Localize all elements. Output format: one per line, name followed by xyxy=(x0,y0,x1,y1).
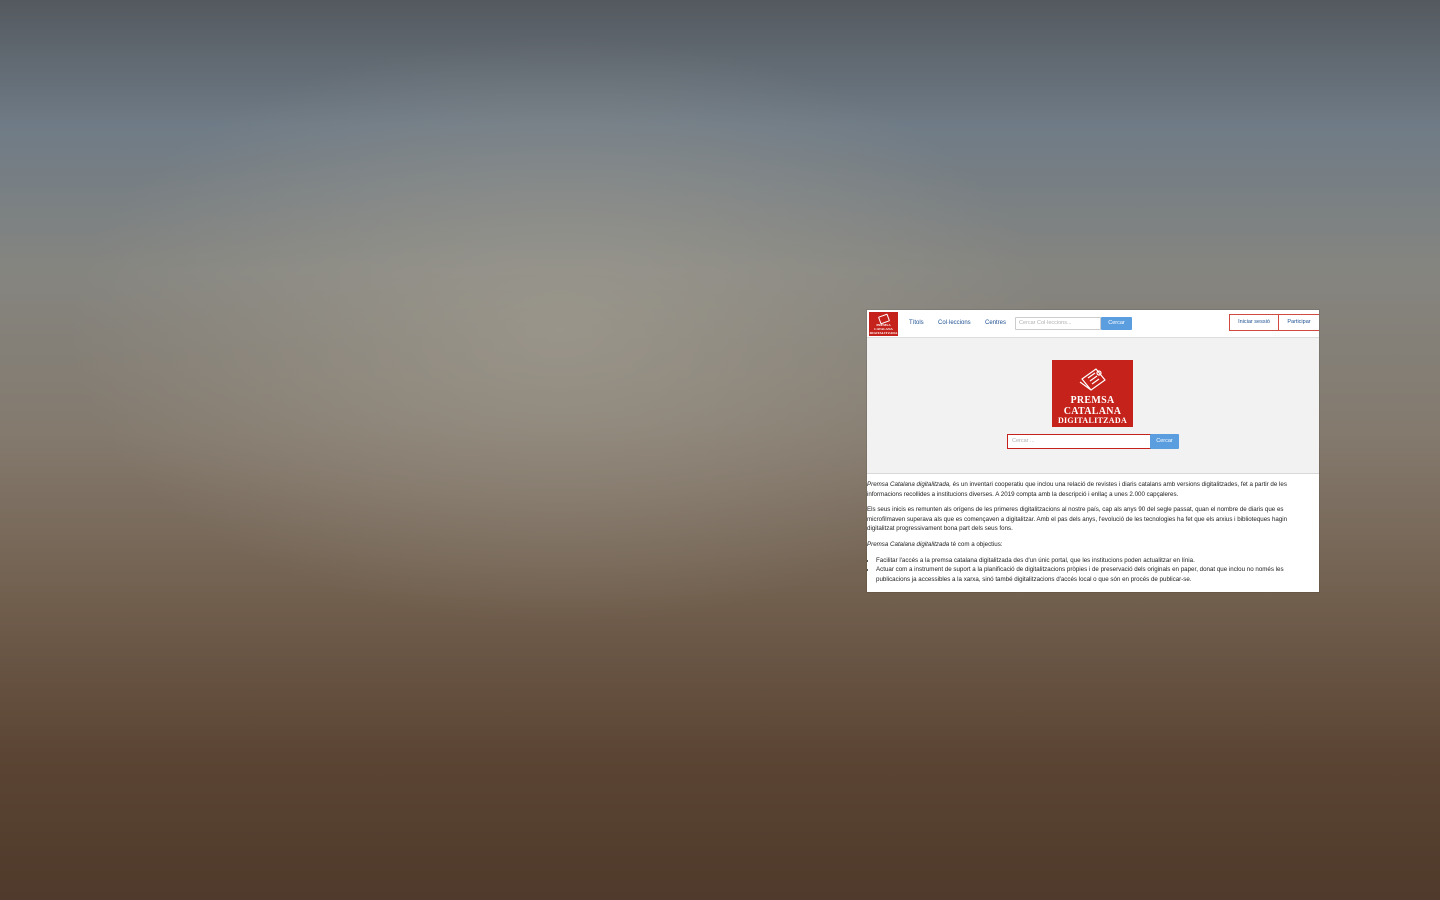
list-item: Facilitar l'accés a la premsa catalana d… xyxy=(876,556,1315,566)
auth-button-group: Iniciar sessió Participar xyxy=(1229,314,1319,331)
hero-logo-line: PREMSA xyxy=(1070,395,1115,406)
top-navbar: PREMSA CATALANA DIGITALITZADA Títols Col… xyxy=(867,310,1319,338)
intro-paragraph: Premsa Catalana digitalitzada, és un inv… xyxy=(867,480,1315,499)
nav-link-colleccions[interactable]: Col·leccions xyxy=(938,320,971,326)
nav-link-titols[interactable]: Títols xyxy=(909,320,924,326)
nav-link-centres[interactable]: Centres xyxy=(985,320,1006,326)
newspaper-icon xyxy=(1079,368,1106,391)
hero-section: PREMSA CATALANA DIGITALITZADA Cercar xyxy=(867,338,1319,474)
hero-logo: PREMSA CATALANA DIGITALITZADA xyxy=(1052,360,1133,427)
nav-search-input[interactable] xyxy=(1015,317,1101,330)
history-paragraph: Els seus inicis es remunten als orígens … xyxy=(867,506,1288,533)
nav-search-button[interactable]: Cercar xyxy=(1101,317,1132,330)
objectives-list: Facilitar l'accés a la premsa catalana d… xyxy=(867,556,1315,585)
site-logo[interactable]: PREMSA CATALANA DIGITALITZADA xyxy=(869,312,898,336)
logo-line: DIGITALITZADA xyxy=(869,330,898,335)
hero-logo-line: DIGITALITZADA xyxy=(1057,416,1128,425)
site-name-emphasis: Premsa Catalana digitalitzada, xyxy=(867,481,951,488)
participate-button[interactable]: Participar xyxy=(1279,315,1319,330)
description-content: Premsa Catalana digitalitzada, és un inv… xyxy=(867,480,1315,584)
browser-window: PREMSA CATALANA DIGITALITZADA Títols Col… xyxy=(867,310,1319,592)
list-item: Actuar com a instrument de suport a la p… xyxy=(876,565,1315,584)
login-button[interactable]: Iniciar sessió xyxy=(1230,315,1279,330)
main-search-button[interactable]: Cercar xyxy=(1150,434,1179,449)
main-search-input[interactable] xyxy=(1007,434,1151,449)
objectives-heading-text: té com a objectius: xyxy=(949,540,1003,548)
objectives-heading: Premsa Catalana digitalitzada té com a o… xyxy=(867,540,1315,550)
site-name-emphasis: Premsa Catalana digitalitzada xyxy=(867,540,950,548)
